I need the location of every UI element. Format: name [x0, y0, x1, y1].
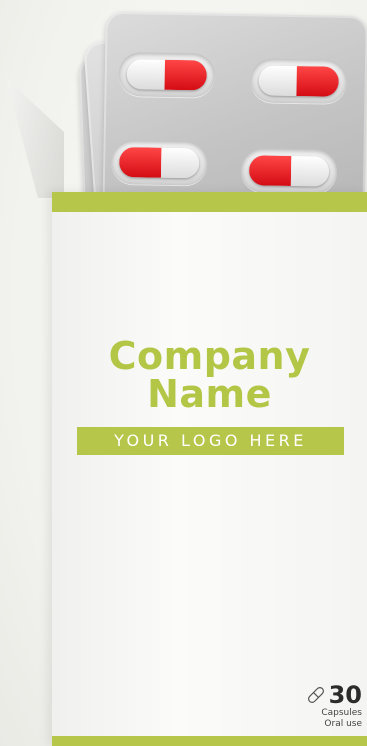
route-label: Oral use	[324, 719, 362, 729]
medicine-box: Company Name YOUR LOGO HERE 30 Capsules …	[52, 192, 367, 746]
product-mockup-scene: Company Name YOUR LOGO HERE 30 Capsules …	[0, 0, 367, 746]
capsule-unit-label: Capsules	[321, 708, 362, 718]
company-name: Company Name	[52, 337, 367, 413]
box-flap	[6, 78, 64, 198]
capsule-count: 30	[328, 681, 362, 709]
capsule-pocket	[118, 51, 216, 98]
capsule-pocket	[250, 58, 348, 104]
capsule	[248, 155, 330, 187]
capsule-pocket	[110, 139, 208, 186]
capsule	[118, 146, 200, 179]
capsule	[258, 65, 339, 97]
company-name-line1: Company	[108, 334, 311, 378]
box-bottom-stripe	[52, 736, 367, 746]
box-top-stripe	[52, 192, 367, 212]
logo-banner: YOUR LOGO HERE	[77, 427, 344, 455]
capsule-count-block: 30 Capsules Oral use	[305, 682, 362, 730]
company-name-line2: Name	[147, 372, 272, 416]
pill-icon	[305, 684, 327, 706]
capsule-pocket	[240, 148, 338, 194]
capsule	[126, 59, 208, 91]
capsule-count-row: 30	[305, 682, 362, 708]
